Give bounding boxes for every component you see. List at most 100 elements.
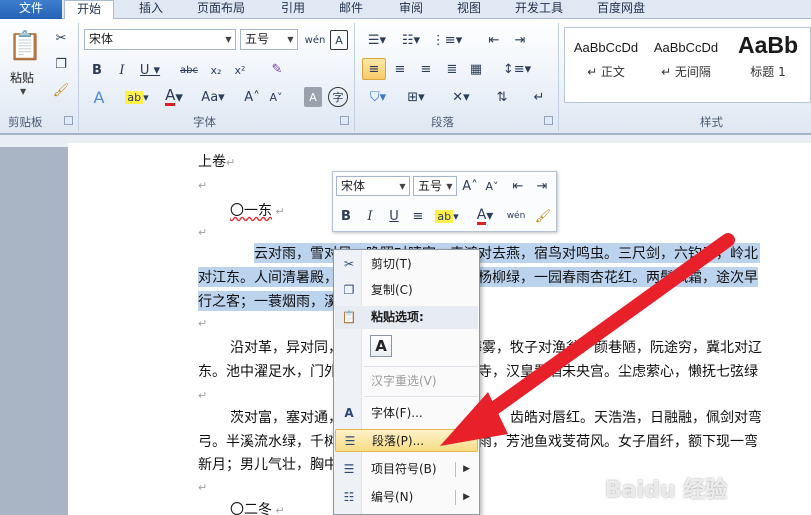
doc-line[interactable]: ↵ [198,479,207,495]
text-effects-icon[interactable]: A [88,87,110,107]
chevron-down-icon[interactable]: ▼ [443,177,456,196]
doc-line[interactable]: 〇一东 ↵ [230,200,285,220]
chevron-down-icon[interactable]: ▼ [284,30,297,49]
subscript-icon[interactable]: x₂ [206,61,226,79]
bullets-icon[interactable]: ☰▾ [364,30,390,50]
italic-icon[interactable]: I [113,61,131,79]
doc-line[interactable]: 上卷↵ [198,151,235,171]
char-border-icon[interactable]: A [330,30,348,50]
clipboard-launcher-icon[interactable] [64,116,73,125]
line-spacing-icon[interactable]: ↕≡▾ [503,59,531,79]
chevron-right-icon[interactable]: ▶ [463,486,470,509]
increase-indent-icon[interactable]: ⇥ [510,30,530,50]
menu-item-cut[interactable]: ✂ 剪切(T) [335,253,478,276]
menu-item-label: 粘贴选项: [371,310,424,324]
doc-line[interactable]: ↵ [198,177,207,193]
style-heading-1[interactable]: AaBb 标题 1 [728,28,808,100]
tab-review[interactable]: 审阅 [386,0,436,19]
grow-font-icon[interactable]: A˄ [242,87,262,107]
font-color-icon[interactable]: A ▾ [160,87,188,107]
mini-font-name-combo[interactable]: 宋体 ▼ [336,176,410,196]
paste-dropdown-icon[interactable]: ▼ [20,87,26,96]
chevron-right-icon[interactable]: ▶ [463,458,470,481]
center-icon[interactable]: ≡ [409,206,427,226]
doc-line[interactable]: 〇二冬 ↵ [230,499,285,515]
tab-baidu-netdisk[interactable]: 百度网盘 [586,0,656,19]
menu-item-paragraph[interactable]: ☰ 段落(P)... [335,429,478,452]
clear-formatting-icon[interactable]: ✎ [266,59,288,79]
menu-item-numbering[interactable]: ☷ 编号(N) ▶ [335,486,478,509]
borders-icon[interactable]: ⊞▾ [402,87,430,107]
style-normal[interactable]: AaBbCcDd ↵ 正文 [566,28,646,100]
mini-font-size-combo[interactable]: 五号 ▼ [413,176,457,196]
align-right-icon[interactable]: ≡ [416,59,436,79]
enclose-char-icon[interactable]: 字 [328,87,348,107]
align-left-icon[interactable]: ≡ [362,58,386,80]
strikethrough-icon[interactable]: abc [176,61,202,79]
doc-line[interactable]: ↵ [198,224,207,240]
char-shading-icon[interactable]: A [304,87,322,107]
font-launcher-icon[interactable] [340,116,349,125]
menu-item-label: 字体(F)... [371,406,423,420]
tab-page-layout[interactable]: 页面布局 [186,0,256,19]
sort-icon[interactable]: ⇅ [492,87,512,107]
paste-icon[interactable]: 📋 [8,25,43,65]
format-painter-icon[interactable]: 🖌 [52,81,70,99]
tab-file[interactable]: 文件 [0,0,62,19]
decrease-indent-icon[interactable]: ⇤ [509,176,527,196]
change-case-icon[interactable]: Aa▾ [198,87,228,107]
distributed-icon[interactable]: ▦ [466,59,486,79]
tab-mailings[interactable]: 邮件 [326,0,376,19]
menu-item-label: 项目符号(B) [371,462,437,476]
menu-item-font[interactable]: A 字体(F)... [335,402,478,425]
cut-icon[interactable]: ✂ [52,29,70,47]
italic-icon[interactable]: I [361,206,379,226]
phonetic-guide-icon[interactable]: wén [304,30,326,50]
justify-icon[interactable]: ≣ [442,59,462,79]
numbering-icon[interactable]: ☷▾ [398,30,424,50]
align-center-icon[interactable]: ≡ [390,59,410,79]
shading-icon[interactable]: ⛉▾ [364,87,392,107]
tab-view[interactable]: 视图 [444,0,494,19]
font-name-combo[interactable]: 宋体 ▼ [84,29,236,50]
paragraph-launcher-icon[interactable] [544,116,553,125]
shrink-font-icon[interactable]: A˅ [483,176,501,196]
menu-item-hanzi-reselect[interactable]: 汉字重选(V) [335,370,478,393]
chevron-down-icon[interactable]: ▼ [396,177,409,196]
menu-item-bullets[interactable]: ☰ 项目符号(B) ▶ [335,458,478,481]
shrink-font-icon[interactable]: A˅ [266,87,286,107]
font-color-icon[interactable]: A ▾ [471,206,499,226]
menu-item-copy[interactable]: ❐ 复制(C) [335,279,478,302]
underline-icon[interactable]: U [385,206,403,226]
highlight-icon[interactable]: ab ▾ [431,206,463,226]
doc-line-selected[interactable]: 云对雨，雪对风，晚照对晴空。来鸿对去燕，宿鸟对鸣虫。三尺剑，六钧弓，岭北 [254,243,760,263]
chevron-down-icon[interactable]: ▼ [222,30,235,49]
tab-references[interactable]: 引用 [268,0,318,19]
paste-label[interactable]: 粘贴 [10,69,34,86]
doc-line[interactable]: 沿对革，异对同，白叟对黄童。江风对海雾，牧子对渔翁。颜巷陋，阮途穷，冀北对辽 [230,337,762,357]
show-marks-icon[interactable]: ↵ [530,87,548,107]
bold-icon[interactable]: B [88,61,106,79]
tab-home[interactable]: 开始 [64,0,114,20]
doc-line[interactable]: ↵ [198,387,207,403]
grow-font-icon[interactable]: A˄ [461,176,479,196]
styles-group-label: 样式 [700,115,723,129]
format-painter-icon[interactable]: 🖌 [533,206,553,226]
style-no-spacing[interactable]: AaBbCcDd ↵ 无间隔 [646,28,726,100]
paste-keep-text-icon[interactable]: A [370,335,392,357]
bold-icon[interactable]: B [337,206,355,226]
decrease-indent-icon[interactable]: ⇤ [484,30,504,50]
font-size-combo[interactable]: 五号 ▼ [240,29,298,50]
copy-icon[interactable]: ❐ [52,55,70,73]
underline-icon[interactable]: U ▾ [138,61,162,79]
phonetic-guide-icon[interactable]: wén [505,206,527,226]
multilevel-list-icon[interactable]: ⋮≡▾ [432,30,462,50]
superscript-icon[interactable]: x² [230,61,250,79]
increase-indent-icon[interactable]: ⇥ [533,176,551,196]
doc-line[interactable]: ↵ [198,315,207,331]
tab-insert[interactable]: 插入 [126,0,176,19]
doc-line[interactable]: 茨对富，塞对通，野叟对溪童。鬓皤对眉绿，齿皓对唇红。天浩浩，日融融，佩剑对弯 [230,407,762,427]
chinese-layout-icon[interactable]: ✕▾ [446,87,476,107]
highlight-icon[interactable]: ab ▾ [120,87,154,107]
tab-developer[interactable]: 开发工具 [504,0,574,19]
